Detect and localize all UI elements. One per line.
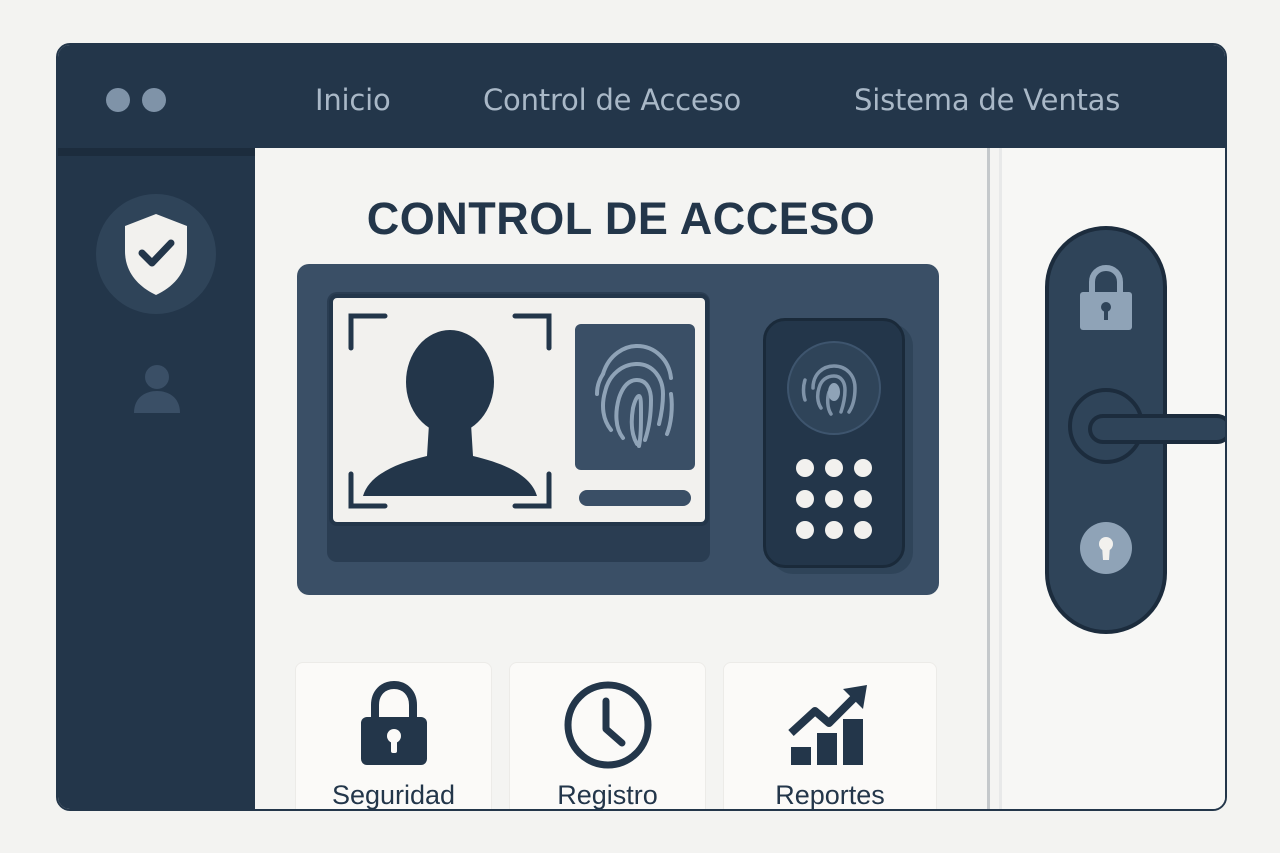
- shield-check-icon: [125, 214, 187, 295]
- sidebar-user-button[interactable]: [132, 363, 182, 419]
- clock-icon: [564, 681, 651, 769]
- window-control-dot[interactable]: [142, 88, 166, 112]
- fingerprint-scanner-icon: [787, 341, 881, 539]
- tile-label: Reportes: [775, 780, 885, 810]
- nav-item-control-de-acceso[interactable]: Control de Acceso: [483, 83, 741, 117]
- top-nav-bar: Inicio Control de Acceso Sistema de Vent…: [58, 45, 1225, 148]
- padlock-icon: [1080, 264, 1132, 330]
- main-content: CONTROL DE ACCESO Seguridad Registro Rep…: [255, 148, 987, 810]
- id-card: [329, 294, 709, 526]
- tile-seguridad[interactable]: Seguridad: [295, 662, 492, 810]
- chart-up-icon: [788, 685, 867, 765]
- nav-item-inicio[interactable]: Inicio: [315, 83, 391, 117]
- keyhole-icon: [1080, 522, 1132, 574]
- user-icon: [134, 365, 180, 413]
- access-device-panel: [297, 264, 939, 595]
- fingerprint-panel: [575, 324, 695, 470]
- tile-registro[interactable]: Registro: [509, 662, 706, 810]
- nav-item-sistema-de-ventas[interactable]: Sistema de Ventas: [854, 83, 1120, 117]
- face-scan-frame-icon: [348, 313, 552, 509]
- door-lock-panel: [1002, 148, 1225, 809]
- window-control-dot[interactable]: [106, 88, 130, 112]
- tile-label: Registro: [557, 780, 658, 810]
- tile-reportes[interactable]: Reportes: [723, 662, 937, 810]
- padlock-icon: [360, 680, 427, 765]
- card-magnetic-strip: [579, 490, 691, 506]
- sidebar: [58, 148, 255, 809]
- keypad-buttons: [796, 459, 872, 539]
- fingerprint-icon: [595, 343, 674, 448]
- sidebar-shield-button[interactable]: [96, 194, 216, 314]
- panel-divider[interactable]: [987, 148, 1002, 809]
- page-title: CONTROL DE ACCESO: [366, 193, 876, 244]
- app-window: Inicio Control de Acceso Sistema de Vent…: [56, 43, 1227, 811]
- person-silhouette-icon: [363, 330, 537, 496]
- feature-tiles: Seguridad Registro Reportes: [295, 662, 939, 810]
- tile-label: Seguridad: [331, 780, 456, 810]
- keypad-reader[interactable]: [763, 318, 905, 568]
- door-handle-lever[interactable]: [1088, 414, 1225, 444]
